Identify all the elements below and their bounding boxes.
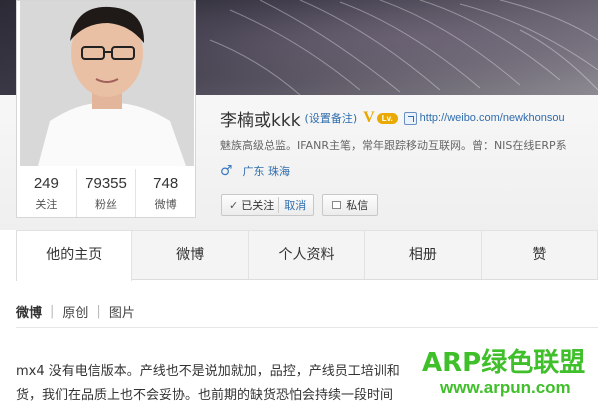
filter-original[interactable]: 原创 <box>62 302 88 321</box>
set-note-link[interactable]: (设置备注) <box>305 110 358 126</box>
stat-value: 79355 <box>85 175 127 192</box>
message-button[interactable]: 私信 <box>322 194 379 216</box>
stat-following[interactable]: 249 关注 <box>17 169 77 217</box>
filter-pictures[interactable]: 图片 <box>109 302 135 321</box>
filter-separator: | <box>50 304 55 319</box>
message-icon <box>332 201 342 209</box>
profile-intro: 魅族高级总监。IFANR主笔，常年跟踪移动互联网。曾：NIS在线ERP系 <box>220 139 567 152</box>
avatar[interactable] <box>20 1 194 166</box>
location-row: ♂ 广东 珠海 <box>220 163 290 179</box>
stat-label: 微博 <box>154 198 177 211</box>
check-icon: ✓ <box>229 198 239 212</box>
avatar-photo <box>20 1 194 166</box>
action-buttons: ✓ 已关注 取消 私信 <box>221 194 379 216</box>
name-row: 李楠或kkk (设置备注) V Lv. http://weibo.com/new… <box>220 106 565 131</box>
cancel-follow-link[interactable]: 取消 <box>278 197 306 213</box>
followed-label: 已关注 <box>241 199 275 212</box>
filter-separator: | <box>96 304 101 319</box>
level-badge[interactable]: Lv. <box>376 112 398 124</box>
stat-followers[interactable]: 79355 粉丝 <box>77 169 137 217</box>
message-label: 私信 <box>346 199 369 212</box>
watermark-url: www.arpun.com <box>440 378 571 397</box>
tab-profile-info[interactable]: 个人资料 <box>249 231 366 279</box>
tab-album[interactable]: 相册 <box>365 231 482 279</box>
tab-home[interactable]: 他的主页 <box>16 231 133 281</box>
divider <box>16 327 598 328</box>
watermark-title: ARP绿色联盟 <box>422 348 586 378</box>
location-link[interactable]: 广东 珠海 <box>243 163 291 179</box>
verified-icon[interactable]: V <box>363 109 375 127</box>
user-name: 李楠或kkk <box>220 110 301 131</box>
stat-label: 关注 <box>35 198 58 211</box>
stats-bar: 249 关注 79355 粉丝 748 微博 <box>17 169 195 217</box>
feed-filter: 微博 | 原创 | 图片 <box>16 302 135 321</box>
avatar-card: 249 关注 79355 粉丝 748 微博 <box>16 0 196 218</box>
link-icon <box>403 111 417 125</box>
stat-value: 748 <box>153 175 179 192</box>
filter-all-weibo[interactable]: 微博 <box>16 302 42 321</box>
tab-likes[interactable]: 赞 <box>482 231 598 279</box>
stat-value: 249 <box>33 175 59 192</box>
followed-button[interactable]: ✓ 已关注 取消 <box>221 194 315 216</box>
watermark: ARP绿色联盟 www.arpun.com <box>416 340 598 404</box>
blog-link[interactable]: http://weibo.com/newkhonsou <box>420 112 565 124</box>
profile-tabs: 他的主页 微博 个人资料 相册 赞 <box>16 230 598 281</box>
stat-posts[interactable]: 748 微博 <box>136 169 195 217</box>
male-icon: ♂ <box>220 163 233 179</box>
tab-weibo[interactable]: 微博 <box>132 231 249 279</box>
stat-label: 粉丝 <box>95 198 117 211</box>
